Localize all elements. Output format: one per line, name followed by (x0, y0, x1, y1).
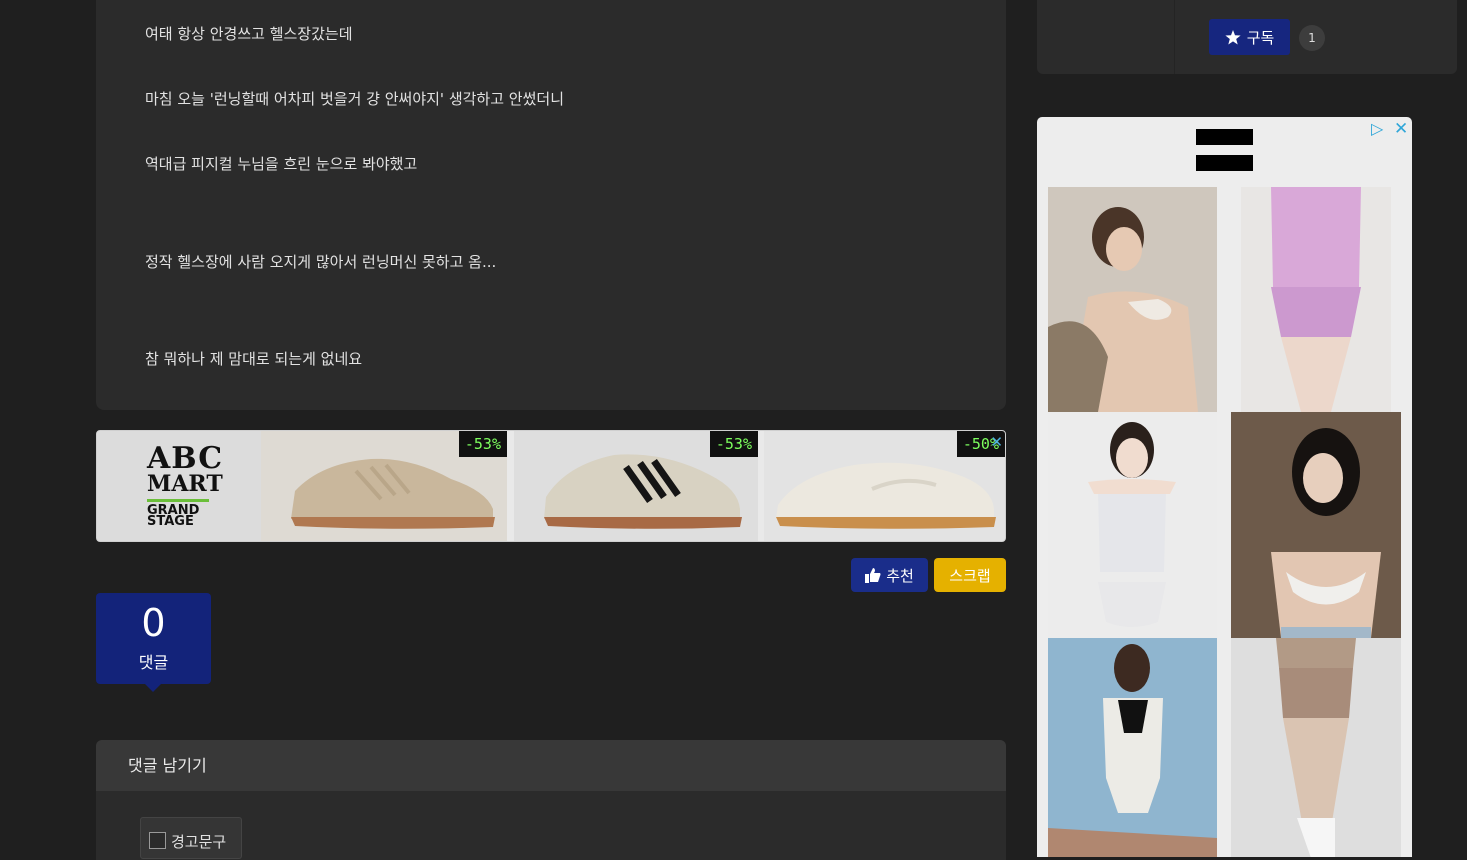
recommend-label: 추천 (886, 566, 914, 585)
recommend-button[interactable]: 추천 (851, 558, 928, 592)
comment-form-title: 댓글 남기기 (96, 740, 1006, 791)
product-photo[interactable] (1231, 638, 1401, 857)
discount-badge: -53% (709, 431, 758, 457)
comment-count-badge: 0 댓글 (96, 593, 211, 692)
subscribe-card: 구독 1 (1037, 0, 1457, 74)
comment-count: 0 (141, 601, 166, 645)
subscribe-label: 구독 (1246, 28, 1275, 47)
comment-form: 댓글 남기기 경고문구 (96, 740, 1006, 860)
warning-checkbox[interactable] (149, 832, 166, 849)
warning-label: 경고문구 (171, 833, 227, 851)
scrap-label: 스크랩 (949, 566, 991, 585)
product-tile[interactable]: -53% (514, 431, 758, 541)
comment-count-label: 댓글 (138, 653, 169, 672)
logo-subtext: GRAND STAGE (147, 503, 200, 529)
warning-option[interactable]: 경고문구 (140, 817, 242, 859)
star-icon (1225, 29, 1241, 44)
ad-choices-icon[interactable]: ▷ (1371, 119, 1383, 138)
product-photo[interactable] (1048, 638, 1217, 857)
ad-close-icon[interactable]: ✕ (1394, 119, 1408, 139)
post-line: 역대급 피지컬 누님을 흐린 눈으로 봐야했고 (145, 155, 418, 173)
product-photo[interactable] (1048, 187, 1217, 412)
ad-logo (1196, 129, 1253, 145)
post-content: 여태 항상 안경쓰고 헬스장갔는데 마침 오늘 '런닝할때 어차피 벗을거 걍 … (96, 0, 1006, 410)
logo-text: MART (147, 471, 223, 497)
scrap-button[interactable]: 스크랩 (934, 558, 1006, 592)
subscribe-button[interactable]: 구독 (1209, 19, 1290, 55)
post-line: 마침 오늘 '런닝할때 어차피 벗을거 걍 안써야지' 생각하고 안썼더니 (145, 90, 564, 108)
post-line: 정작 헬스장에 사람 오지게 많아서 런닝머신 못하고 옴... (145, 253, 497, 271)
product-photo[interactable] (1048, 412, 1217, 638)
product-photo[interactable] (1241, 187, 1391, 412)
product-photo[interactable] (1231, 412, 1401, 638)
abc-mart-logo: ABC MART GRAND STAGE (97, 431, 261, 541)
ad-logo (1196, 155, 1253, 171)
ad-banner[interactable]: ABC MART GRAND STAGE -53% -53% -50% ✕ (96, 430, 1006, 542)
ad-close-icon[interactable]: ✕ (990, 433, 1003, 451)
discount-badge: -53% (458, 431, 507, 457)
thumbs-up-icon (865, 567, 881, 583)
sidebar-ad[interactable]: ▷ ✕ (1037, 117, 1412, 857)
product-tile[interactable]: -53% (261, 431, 507, 541)
subscribe-count: 1 (1299, 25, 1325, 51)
post-line: 여태 항상 안경쓰고 헬스장갔는데 (145, 25, 353, 43)
product-tile[interactable]: -50% ✕ (764, 431, 1005, 541)
post-line: 참 뭐하나 제 맘대로 되는게 없네요 (145, 350, 363, 368)
